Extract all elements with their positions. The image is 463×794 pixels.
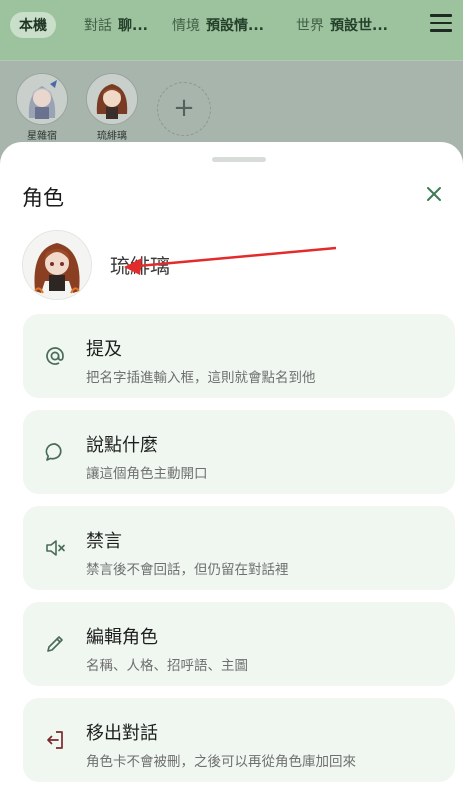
character-chip[interactable]: 琉緋璃: [85, 73, 139, 142]
remove-from-chat-action[interactable]: 移出對話 角色卡不會被刪，之後可以再從角色庫加回來: [23, 698, 455, 782]
hamburger-menu-icon[interactable]: [430, 14, 452, 32]
exit-icon: [47, 731, 63, 749]
tab-scenario-label: 情境: [172, 18, 200, 34]
pencil-icon: [47, 636, 63, 652]
selected-character: 琉緋璃: [22, 230, 442, 300]
close-icon[interactable]: [424, 184, 444, 204]
action-description: 禁言後不會回話，但仍留在對話裡: [86, 562, 289, 578]
sheet-drag-handle[interactable]: [212, 157, 266, 162]
mute-action[interactable]: 禁言 禁言後不會回話，但仍留在對話裡: [23, 506, 455, 590]
selected-character-name: 琉緋璃: [110, 254, 170, 278]
action-title: 說點什麼: [86, 435, 158, 456]
tab-world-value: 預設世...: [330, 18, 388, 34]
avatar: [16, 73, 68, 125]
character-sheet: 角色 琉緋璃 提及 把名字插進輸入框，這則就會點名到他 說點什麼 讓這個角色主動…: [0, 142, 463, 794]
action-description: 角色卡不會被刪，之後可以再從角色庫加回來: [86, 754, 356, 770]
mute-icon: [46, 540, 65, 556]
action-title: 移出對話: [86, 723, 158, 744]
tab-scenario-value: 預設情...: [206, 18, 264, 34]
tab-local[interactable]: 本機: [10, 12, 56, 38]
action-title: 提及: [86, 339, 122, 360]
action-description: 把名字插進輸入框，這則就會點名到他: [86, 370, 316, 386]
action-description: 名稱、人格、招呼語、主圖: [86, 658, 248, 674]
chat-bubble-icon: [45, 443, 62, 461]
tab-chat-label: 對話: [84, 18, 112, 34]
tab-chat-value: 聊...: [118, 18, 148, 34]
action-description: 讓這個角色主動開口: [86, 466, 208, 482]
mention-action[interactable]: 提及 把名字插進輸入框，這則就會點名到他: [23, 314, 455, 398]
say-something-action[interactable]: 說點什麼 讓這個角色主動開口: [23, 410, 455, 494]
add-character-button[interactable]: +: [157, 82, 211, 136]
tab-chat[interactable]: 對話 聊...: [84, 12, 148, 38]
tab-world-label: 世界: [296, 18, 324, 34]
tab-world[interactable]: 世界 預設世...: [296, 12, 388, 38]
action-title: 編輯角色: [86, 627, 158, 648]
character-name: 星雜宿: [27, 131, 57, 142]
character-chip[interactable]: 星雜宿: [15, 73, 69, 142]
character-name: 琉緋璃: [97, 131, 127, 142]
action-title: 禁言: [86, 531, 122, 552]
edit-character-action[interactable]: 編輯角色 名稱、人格、招呼語、主圖: [23, 602, 455, 686]
at-icon: [46, 347, 64, 365]
avatar: [22, 230, 92, 300]
sheet-title: 角色: [22, 186, 64, 210]
character-strip: 星雜宿 琉緋璃 +: [0, 60, 463, 151]
avatar: [86, 73, 138, 125]
tab-scenario[interactable]: 情境 預設情...: [172, 12, 264, 38]
top-bar: 本機 對話 聊... 情境 預設情... 世界 預設世...: [0, 0, 463, 60]
